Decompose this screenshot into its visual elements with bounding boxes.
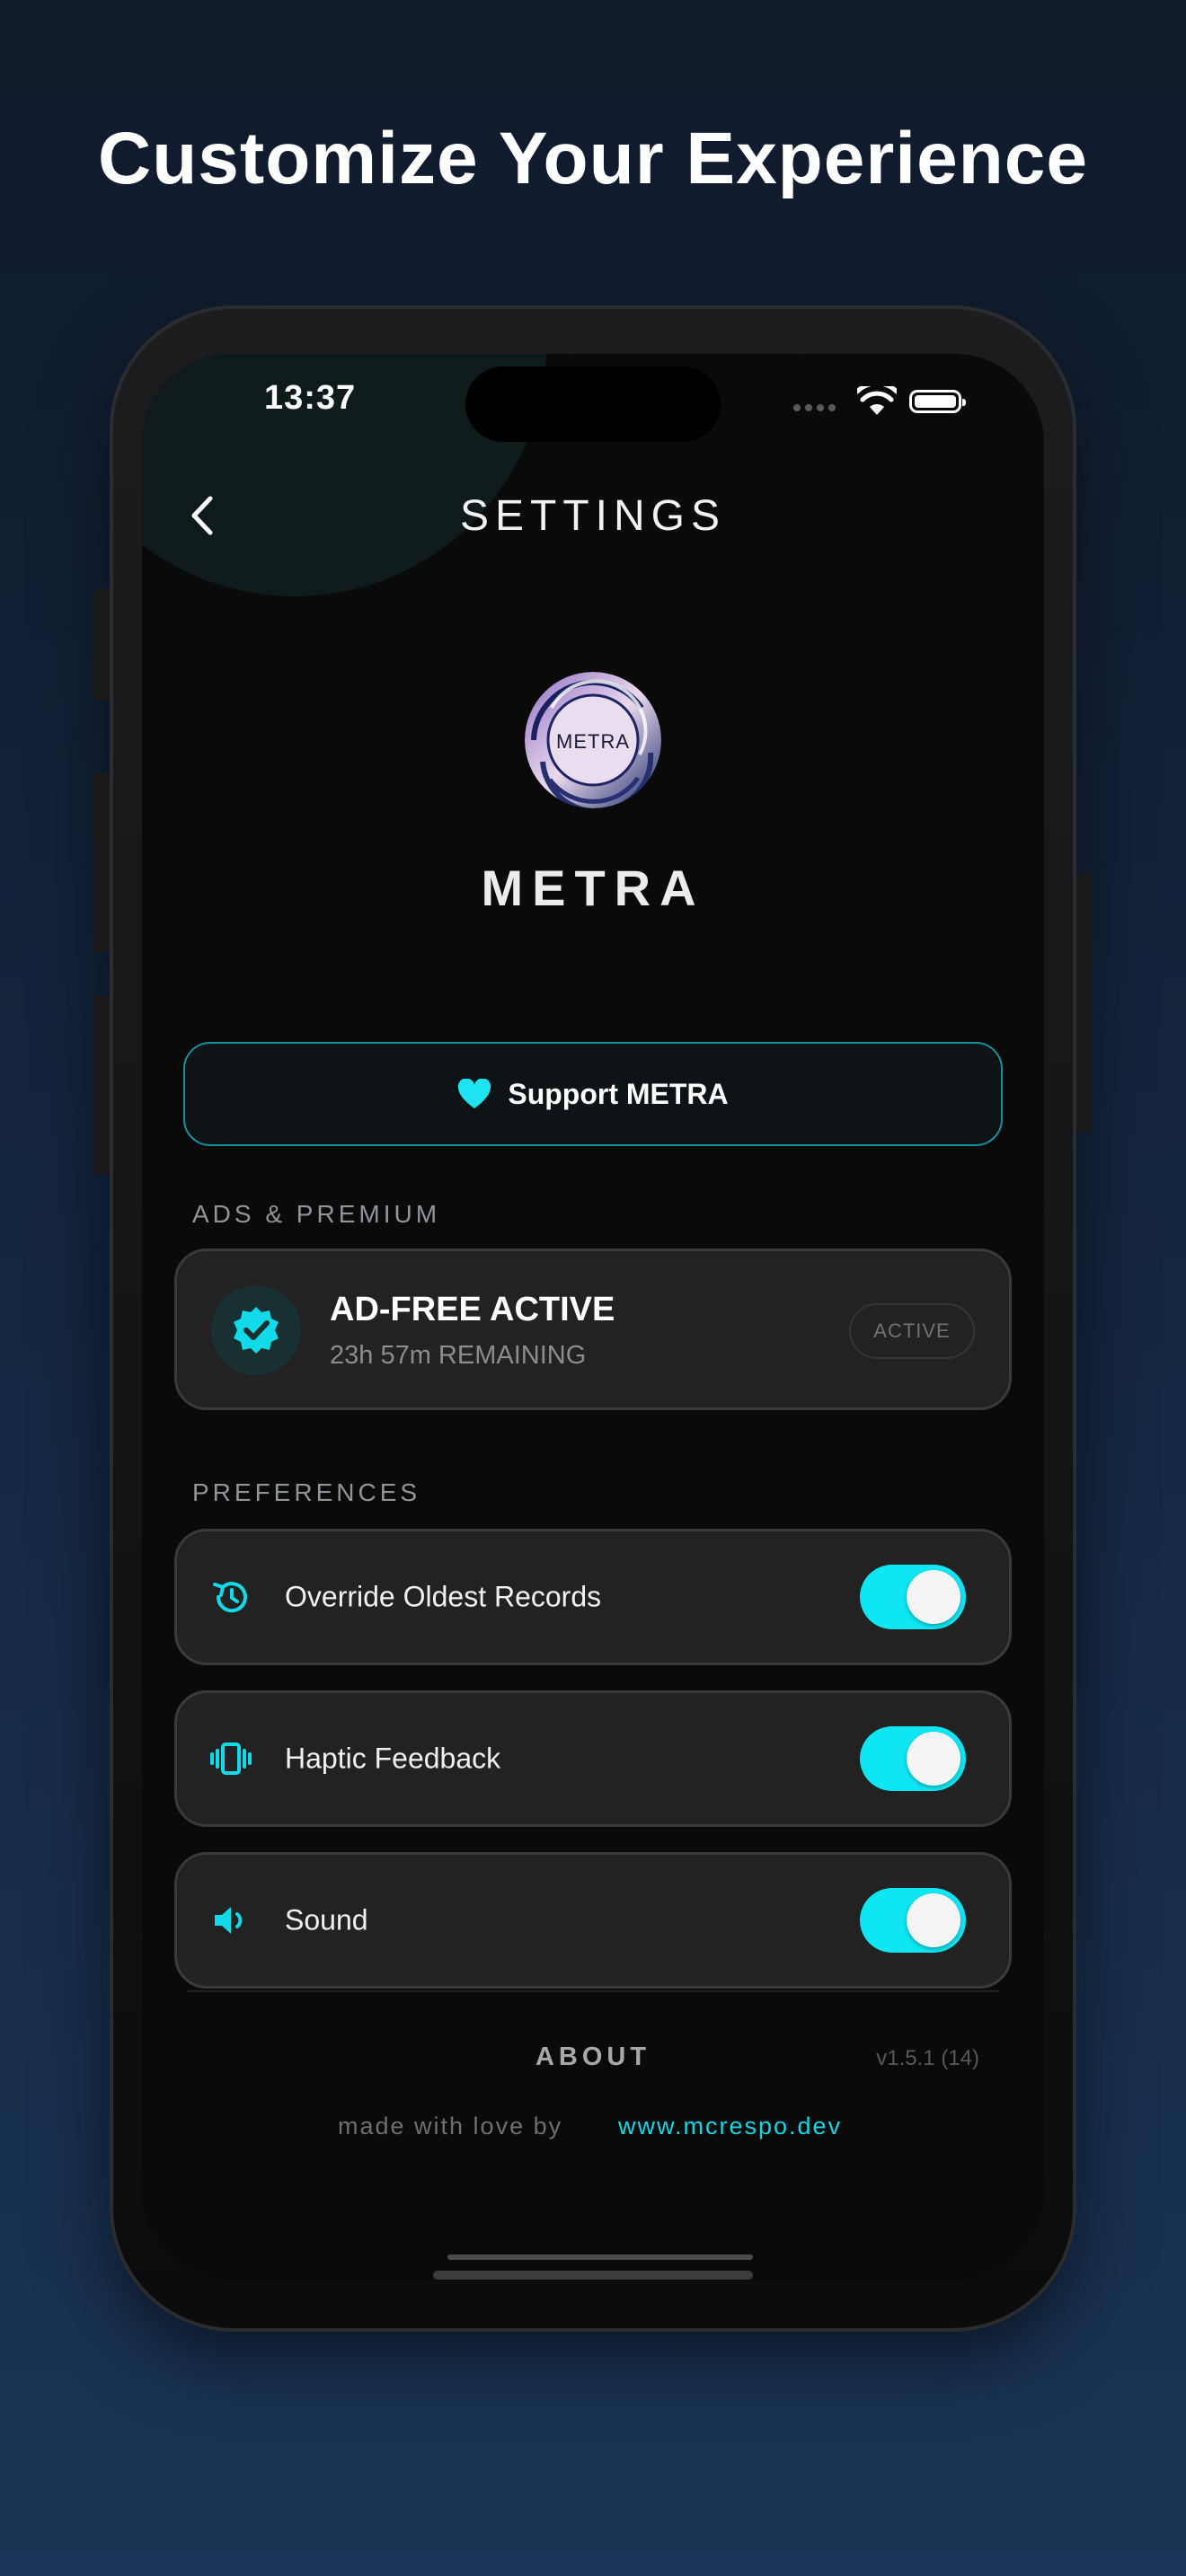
ad-free-card: AD-FREE ACTIVE 23h 57m REMAINING ACTIVE xyxy=(174,1248,1012,1410)
website-link[interactable]: www.mcrespo.dev xyxy=(618,2113,842,2140)
dynamic-island xyxy=(465,366,721,442)
app-screen: 13:37 SETTINGS METRA METRA Support METRA… xyxy=(142,354,1044,2280)
heart-icon xyxy=(458,1079,491,1108)
status-badge: ACTIVE xyxy=(849,1303,975,1359)
status-time: 13:37 xyxy=(264,379,357,417)
divider xyxy=(187,1990,999,1992)
promo-headline: Customize Your Experience xyxy=(98,118,1088,199)
override-oldest-records-toggle[interactable] xyxy=(860,1565,966,1629)
support-button[interactable]: Support METRA xyxy=(183,1042,1003,1146)
history-icon xyxy=(213,1582,247,1613)
speaker-icon xyxy=(215,1907,243,1934)
wifi-icon xyxy=(857,386,897,415)
verified-badge-icon xyxy=(211,1285,301,1375)
haptic-feedback-toggle[interactable] xyxy=(860,1726,966,1791)
section-label-ads: ADS & PREMIUM xyxy=(192,1200,441,1228)
sound-toggle[interactable] xyxy=(860,1888,966,1953)
phone-volume-down-button xyxy=(93,995,110,1175)
battery-icon xyxy=(909,390,966,413)
phone-action-button xyxy=(93,589,110,701)
section-label-preferences: PREFERENCES xyxy=(192,1478,421,1506)
cellular-signal-icon xyxy=(793,404,836,411)
support-label: Support METRA xyxy=(508,1077,729,1110)
app-version: v1.5.1 (14) xyxy=(876,2046,979,2070)
home-indicator[interactable] xyxy=(447,2254,753,2260)
pref-label: Override Oldest Records xyxy=(285,1580,602,1613)
status-icons xyxy=(793,386,966,417)
page-title: SETTINGS xyxy=(459,492,727,540)
pref-label: Haptic Feedback xyxy=(285,1742,501,1775)
phone-bottom-edge xyxy=(433,2271,753,2280)
app-name: METRA xyxy=(481,860,705,916)
logo-text: METRA xyxy=(556,730,630,753)
pref-row-override-oldest-records: Override Oldest Records xyxy=(174,1529,1012,1665)
app-logo: METRA xyxy=(525,672,661,808)
ad-free-remaining: 23h 57m REMAINING xyxy=(330,1341,587,1370)
phone-power-button xyxy=(1076,873,1093,1134)
made-with-text: made with love by xyxy=(338,2113,563,2139)
pref-row-haptic-feedback: Haptic Feedback xyxy=(174,1690,1012,1827)
phone-volume-up-button xyxy=(93,772,110,952)
pref-row-sound: Sound xyxy=(174,1852,1012,1989)
vibration-icon xyxy=(210,1742,252,1775)
pref-label: Sound xyxy=(285,1903,368,1936)
ad-free-title: AD-FREE ACTIVE xyxy=(330,1291,615,1328)
